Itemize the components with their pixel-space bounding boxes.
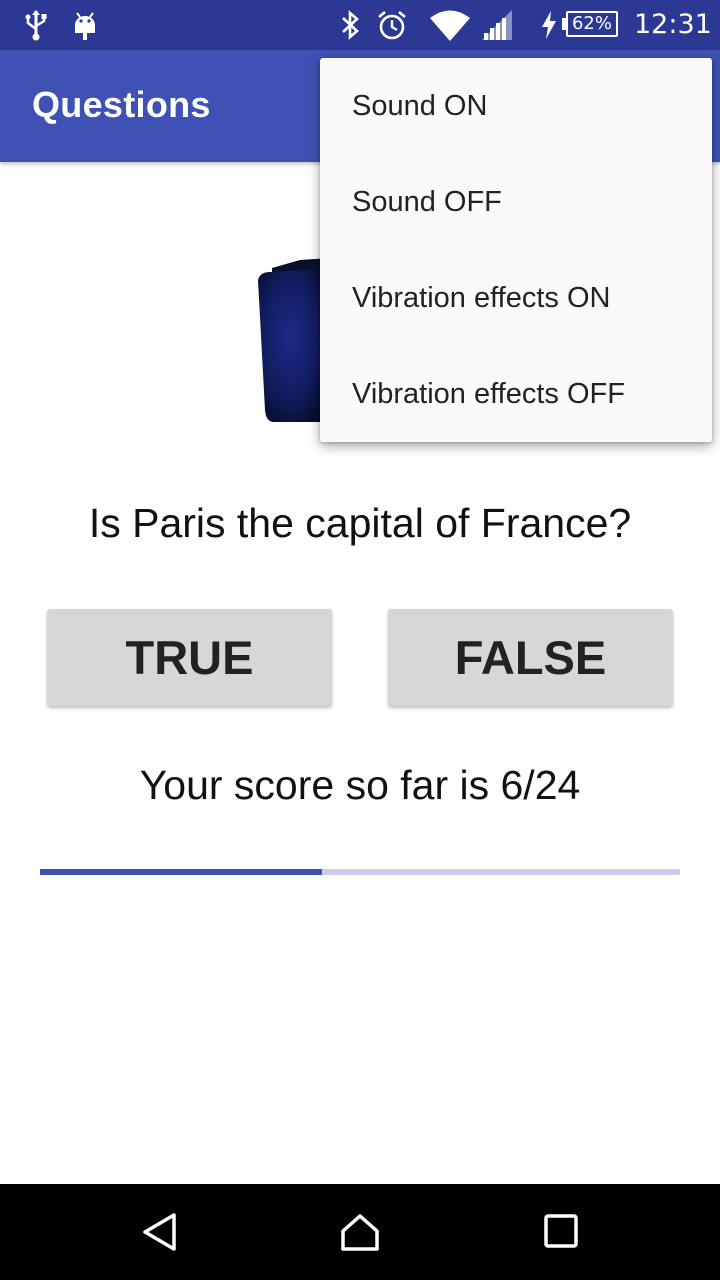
wifi-icon bbox=[428, 8, 472, 42]
charging-icon bbox=[540, 8, 558, 42]
menu-item-sound-off[interactable]: Sound OFF bbox=[320, 154, 712, 250]
score-text: Your score so far is 6/24 bbox=[139, 762, 581, 808]
navigation-bar bbox=[0, 1184, 720, 1280]
overflow-menu: Sound ON Sound OFF Vibration effects ON … bbox=[320, 58, 712, 442]
cell-signal-icon bbox=[480, 8, 514, 42]
android-debug-icon bbox=[72, 8, 98, 42]
question-text: Is Paris the capital of France? bbox=[88, 500, 632, 546]
alarm-icon bbox=[376, 8, 408, 42]
menu-item-sound-on[interactable]: Sound ON bbox=[320, 58, 712, 154]
bluetooth-icon bbox=[340, 8, 362, 42]
clock: 12:31 bbox=[634, 9, 712, 40]
app-title: Questions bbox=[32, 84, 211, 125]
home-icon[interactable] bbox=[340, 1212, 380, 1252]
true-button[interactable]: TRUE bbox=[47, 609, 332, 706]
menu-item-vibration-on[interactable]: Vibration effects ON bbox=[320, 250, 712, 346]
back-icon[interactable] bbox=[140, 1212, 180, 1252]
recents-icon[interactable] bbox=[542, 1212, 582, 1252]
status-bar: 62% 12:31 bbox=[0, 0, 720, 50]
usb-icon bbox=[24, 8, 48, 42]
progress-bar bbox=[40, 869, 680, 875]
battery-level: 62% bbox=[566, 11, 618, 37]
menu-item-vibration-off[interactable]: Vibration effects OFF bbox=[320, 346, 712, 442]
progress-fill bbox=[40, 869, 322, 875]
false-button[interactable]: FALSE bbox=[388, 609, 673, 706]
